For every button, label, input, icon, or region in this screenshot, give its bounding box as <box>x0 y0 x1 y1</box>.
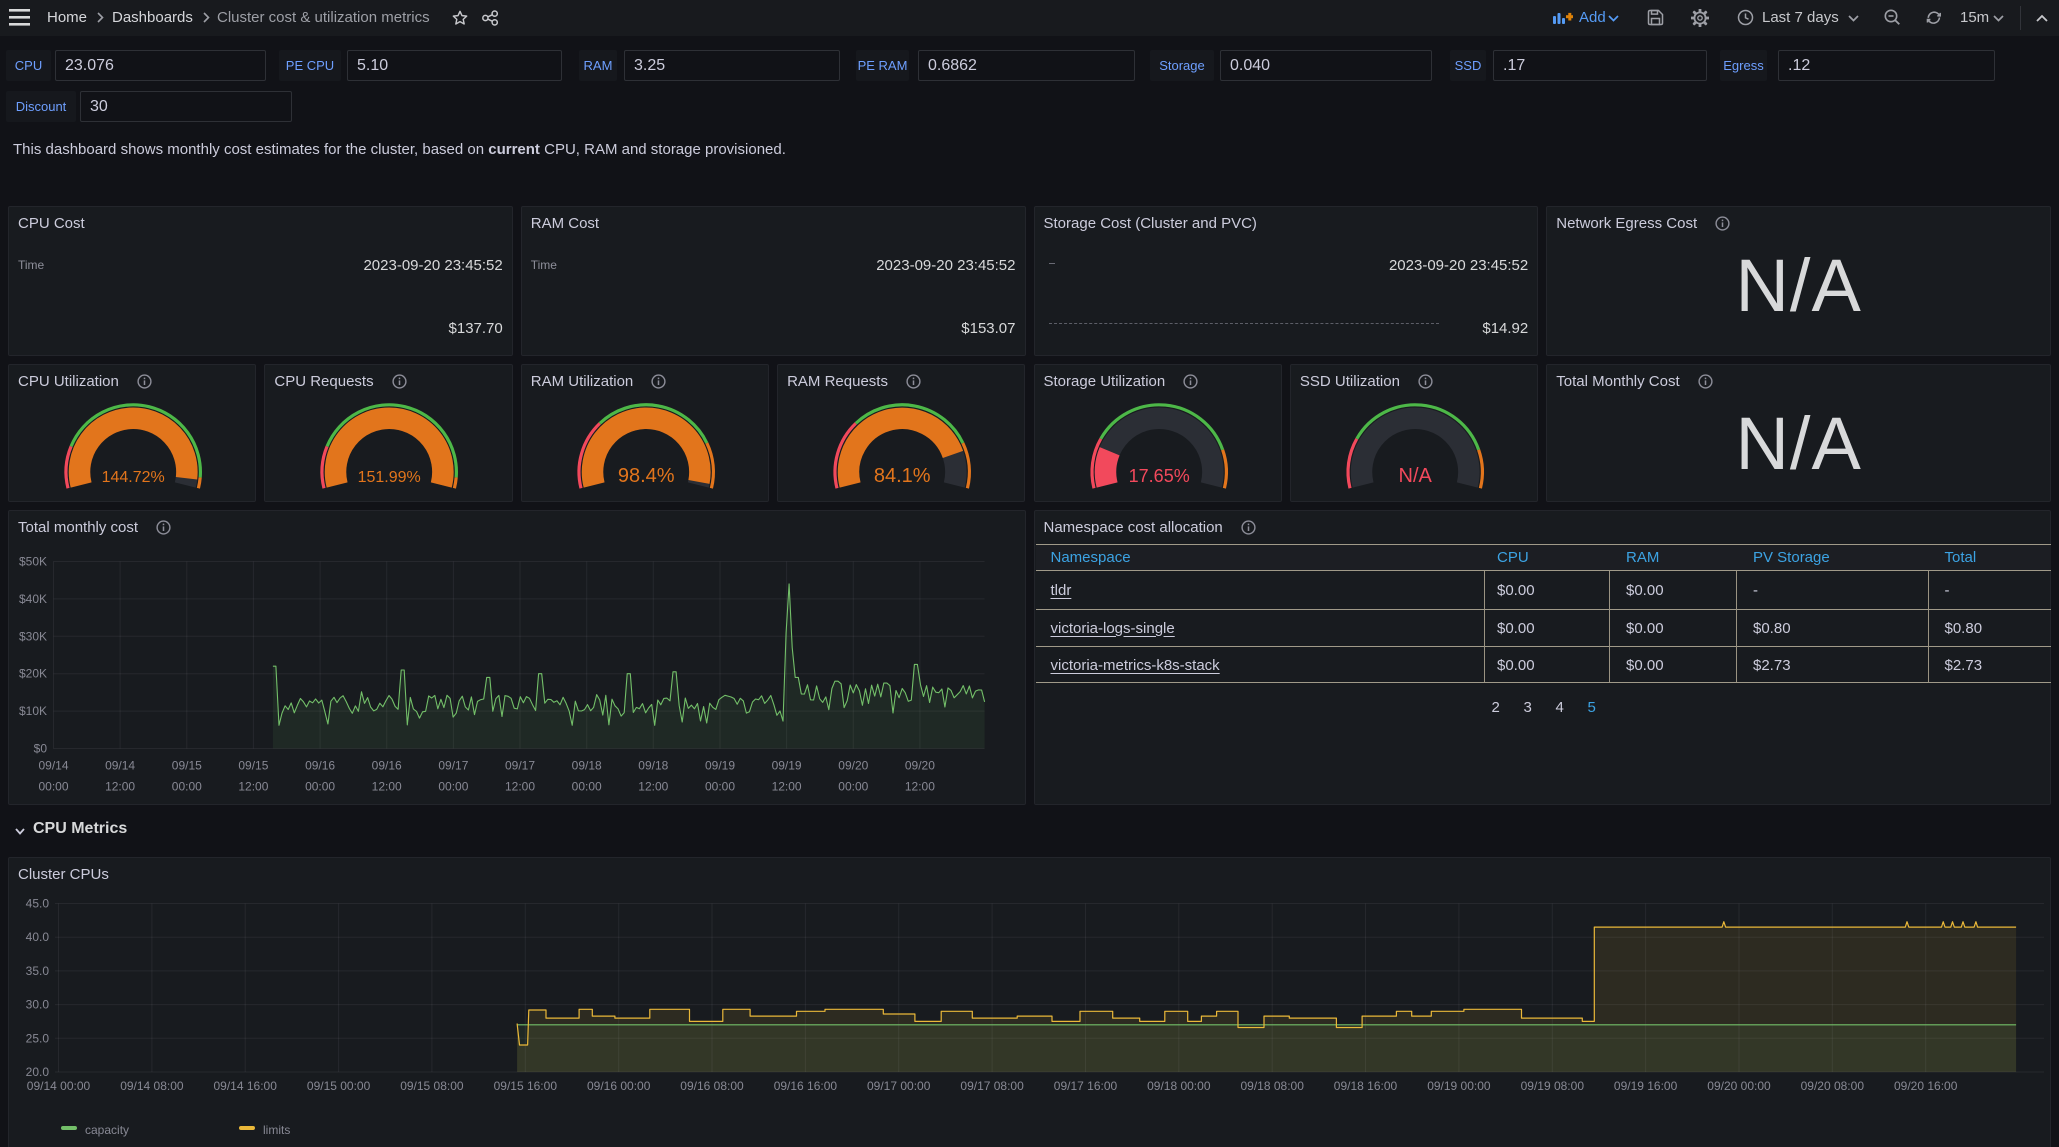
svg-text:00:00: 00:00 <box>438 780 468 794</box>
svg-text:09/15: 09/15 <box>172 759 202 773</box>
svg-text:capacity: capacity <box>85 1123 129 1137</box>
svg-text:$40K: $40K <box>19 592 47 606</box>
svg-text:09/20: 09/20 <box>838 759 868 773</box>
svg-text:09/17 08:00: 09/17 08:00 <box>960 1079 1024 1093</box>
svg-text:09/18 08:00: 09/18 08:00 <box>1240 1079 1304 1093</box>
svg-text:17.65%: 17.65% <box>1128 466 1189 486</box>
svg-text:12:00: 12:00 <box>372 780 402 794</box>
svg-text:09/20 00:00: 09/20 00:00 <box>1707 1079 1771 1093</box>
svg-text:09/16: 09/16 <box>305 759 335 773</box>
svg-text:25.0: 25.0 <box>26 1031 50 1045</box>
svg-text:30.0: 30.0 <box>26 998 50 1012</box>
svg-text:12:00: 12:00 <box>638 780 668 794</box>
svg-text:09/20 16:00: 09/20 16:00 <box>1894 1079 1958 1093</box>
svg-text:84.1%: 84.1% <box>874 465 931 487</box>
svg-text:00:00: 00:00 <box>838 780 868 794</box>
svg-text:09/20 08:00: 09/20 08:00 <box>1801 1079 1865 1093</box>
svg-text:09/19 16:00: 09/19 16:00 <box>1614 1079 1678 1093</box>
svg-text:09/15: 09/15 <box>238 759 268 773</box>
svg-text:09/18: 09/18 <box>572 759 602 773</box>
svg-text:09/19 00:00: 09/19 00:00 <box>1427 1079 1491 1093</box>
svg-text:$50K: $50K <box>19 555 47 569</box>
svg-text:$10K: $10K <box>19 704 47 718</box>
svg-text:09/15 00:00: 09/15 00:00 <box>307 1079 371 1093</box>
svg-text:09/17: 09/17 <box>505 759 535 773</box>
svg-text:09/19: 09/19 <box>772 759 802 773</box>
svg-text:45.0: 45.0 <box>26 897 50 911</box>
svg-text:00:00: 00:00 <box>705 780 735 794</box>
svg-text:12:00: 12:00 <box>772 780 802 794</box>
svg-text:00:00: 00:00 <box>172 780 202 794</box>
svg-text:12:00: 12:00 <box>238 780 268 794</box>
svg-text:09/17 16:00: 09/17 16:00 <box>1054 1079 1118 1093</box>
svg-text:20.0: 20.0 <box>26 1065 50 1079</box>
svg-text:12:00: 12:00 <box>105 780 135 794</box>
svg-text:09/18: 09/18 <box>638 759 668 773</box>
svg-text:$30K: $30K <box>19 629 47 643</box>
svg-text:40.0: 40.0 <box>26 930 50 944</box>
svg-text:09/16 00:00: 09/16 00:00 <box>587 1079 651 1093</box>
svg-text:12:00: 12:00 <box>505 780 535 794</box>
svg-text:09/18 00:00: 09/18 00:00 <box>1147 1079 1211 1093</box>
svg-text:09/20: 09/20 <box>905 759 935 773</box>
svg-text:00:00: 00:00 <box>38 780 68 794</box>
svg-text:09/16 08:00: 09/16 08:00 <box>680 1079 744 1093</box>
svg-text:09/14 16:00: 09/14 16:00 <box>213 1079 277 1093</box>
svg-text:09/17: 09/17 <box>438 759 468 773</box>
svg-text:09/15 16:00: 09/15 16:00 <box>494 1079 558 1093</box>
svg-text:09/14: 09/14 <box>38 759 68 773</box>
svg-text:09/14: 09/14 <box>105 759 135 773</box>
svg-text:09/15 08:00: 09/15 08:00 <box>400 1079 464 1093</box>
svg-text:$0: $0 <box>34 742 48 756</box>
svg-text:12:00: 12:00 <box>905 780 935 794</box>
svg-text:144.72%: 144.72% <box>102 469 165 486</box>
svg-text:$20K: $20K <box>19 667 47 681</box>
svg-text:09/16: 09/16 <box>372 759 402 773</box>
svg-text:151.99%: 151.99% <box>358 469 421 486</box>
svg-text:00:00: 00:00 <box>572 780 602 794</box>
svg-text:09/16 16:00: 09/16 16:00 <box>774 1079 838 1093</box>
svg-text:98.4%: 98.4% <box>618 465 675 487</box>
svg-text:limits: limits <box>263 1123 290 1137</box>
svg-text:09/19: 09/19 <box>705 759 735 773</box>
svg-text:N/A: N/A <box>1398 465 1432 487</box>
svg-text:09/17 00:00: 09/17 00:00 <box>867 1079 931 1093</box>
svg-text:35.0: 35.0 <box>26 964 50 978</box>
svg-text:09/19 08:00: 09/19 08:00 <box>1521 1079 1585 1093</box>
svg-text:09/14 00:00: 09/14 00:00 <box>27 1079 91 1093</box>
svg-text:09/18 16:00: 09/18 16:00 <box>1334 1079 1398 1093</box>
svg-text:00:00: 00:00 <box>305 780 335 794</box>
svg-text:09/14 08:00: 09/14 08:00 <box>120 1079 184 1093</box>
